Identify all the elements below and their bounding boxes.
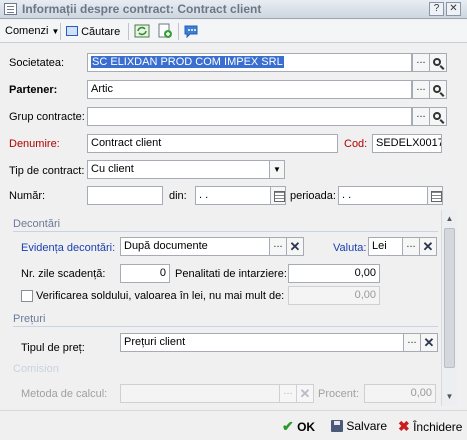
evidenta-label: Evidența decontări: xyxy=(21,242,116,254)
cod-field[interactable]: SEDELX0017 xyxy=(372,134,442,153)
search-icon xyxy=(433,85,441,93)
clear-icon: ✕ xyxy=(423,335,435,350)
partener-search-button[interactable] xyxy=(429,80,447,99)
calendar-icon[interactable] xyxy=(427,186,443,205)
inchidere-button[interactable]: ✖ Închidere xyxy=(398,418,462,435)
societatea-label: Societatea: xyxy=(9,57,65,69)
comenzi-menu[interactable]: Comenzi ▼ xyxy=(5,25,59,37)
verificare-value-field: 0,00 xyxy=(288,286,380,305)
numar-field[interactable] xyxy=(87,186,163,205)
penalitati-field[interactable]: 0,00 xyxy=(288,264,380,283)
save-disk-icon xyxy=(331,420,343,432)
preturi-section-title: Prețuri xyxy=(13,313,46,325)
toolbar: Comenzi ▼ Căutare xyxy=(0,20,467,43)
help-button[interactable]: ? xyxy=(429,2,444,16)
cautare-button[interactable]: Căutare xyxy=(66,25,120,38)
inchidere-label: Închidere xyxy=(413,420,463,434)
partener-label: Partener: xyxy=(9,84,58,96)
nr-zile-field[interactable]: 0 xyxy=(120,264,170,283)
window-title: Informații despre contract: Contract cli… xyxy=(22,2,262,16)
add-document-icon[interactable] xyxy=(157,23,174,39)
partener-field[interactable]: Artic xyxy=(87,80,412,99)
chevron-down-icon[interactable]: ▼ xyxy=(269,160,285,179)
refresh-icon[interactable] xyxy=(134,23,151,39)
clear-icon: ✕ xyxy=(422,239,434,254)
salvare-button[interactable]: Salvare xyxy=(331,418,387,433)
ok-label: OK xyxy=(297,420,316,434)
valuta-field[interactable]: Lei xyxy=(368,237,403,256)
toolbar-divider xyxy=(60,23,61,40)
panel-scrollbar[interactable]: ▲ ▼ xyxy=(441,210,457,406)
dialog-footer: ✔ OK Salvare ✖ Închidere xyxy=(0,410,467,440)
metoda-field xyxy=(120,384,280,403)
comment-icon[interactable] xyxy=(183,23,200,39)
evidenta-field[interactable]: După documente xyxy=(120,237,270,256)
numar-label: Număr: xyxy=(9,190,46,202)
tipul-pret-label: Tipul de preț: xyxy=(21,342,85,354)
toolbar-divider xyxy=(178,23,179,40)
din-date-field[interactable]: . . xyxy=(195,186,271,205)
partener-browse-button[interactable]: ... xyxy=(412,80,430,99)
clear-icon: ✕ xyxy=(299,386,311,401)
grup-contracte-search-button[interactable] xyxy=(429,107,447,126)
close-button[interactable]: ✕ xyxy=(446,2,461,16)
denumire-label: Denumire: xyxy=(9,138,60,150)
tip-contract-label: Tip de contract: xyxy=(9,165,85,177)
valuta-clear-button[interactable]: ✕ xyxy=(419,237,437,256)
societatea-value: SC ELIXDAN PROD COM IMPEX SRL xyxy=(91,56,284,68)
decontari-section-title: Decontări xyxy=(13,218,61,230)
verificare-checkbox[interactable] xyxy=(21,290,33,302)
metoda-clear-button: ✕ xyxy=(296,384,314,403)
evidenta-clear-button[interactable]: ✕ xyxy=(286,237,304,256)
perioada-date-field[interactable]: . . xyxy=(338,186,428,205)
din-label: din: xyxy=(169,190,187,202)
comision-section-title: Comision xyxy=(13,363,59,375)
tipul-pret-field[interactable]: Prețuri client xyxy=(120,333,404,352)
procent-label: Procent: xyxy=(318,388,359,400)
grup-contracte-field[interactable] xyxy=(87,107,412,126)
societatea-search-button[interactable] xyxy=(429,53,447,72)
tipul-pret-clear-button[interactable]: ✕ xyxy=(420,333,438,352)
metoda-browse-button: ... xyxy=(279,384,297,403)
cautare-label: Căutare xyxy=(81,26,121,38)
nr-zile-label: Nr. zile scadență: xyxy=(21,268,106,280)
section-divider xyxy=(13,231,438,232)
penalitati-label: Penalitati de intarziere: xyxy=(175,268,287,280)
scroll-up-icon[interactable]: ▲ xyxy=(443,211,456,226)
scroll-down-icon[interactable]: ▼ xyxy=(443,389,456,404)
search-icon xyxy=(433,112,441,120)
denumire-field[interactable]: Contract client xyxy=(87,134,338,153)
title-bar: Informații despre contract: Contract cli… xyxy=(0,0,467,19)
salvare-label: Salvare xyxy=(346,419,388,433)
tip-contract-select[interactable]: Cu client xyxy=(87,160,270,179)
valuta-label: Valuta: xyxy=(333,242,367,254)
cod-label: Cod: xyxy=(344,138,368,150)
chevron-down-icon: ▼ xyxy=(51,27,60,36)
window-table-icon xyxy=(4,3,17,15)
scroll-thumb[interactable] xyxy=(444,228,455,368)
search-icon xyxy=(66,26,78,36)
comenzi-label: Comenzi xyxy=(5,25,49,37)
grup-contracte-label: Grup contracte: xyxy=(9,111,85,123)
tipul-pret-browse-button[interactable]: ... xyxy=(403,333,421,352)
valuta-browse-button[interactable]: ... xyxy=(402,237,420,256)
metoda-label: Metoda de calcul: xyxy=(21,388,108,400)
societatea-field[interactable]: SC ELIXDAN PROD COM IMPEX SRL xyxy=(87,53,412,72)
close-red-x-icon: ✖ xyxy=(398,418,410,434)
procent-field: 0,00 xyxy=(364,384,436,403)
checkmark-icon: ✔ xyxy=(282,418,294,434)
toolbar-divider xyxy=(128,23,129,40)
verificare-label: Verificarea soldului, valoarea în lei, n… xyxy=(36,290,285,302)
grup-contracte-browse-button[interactable]: ... xyxy=(412,107,430,126)
evidenta-browse-button[interactable]: ... xyxy=(269,237,287,256)
search-icon xyxy=(433,58,441,66)
calendar-icon[interactable] xyxy=(270,186,286,205)
section-divider xyxy=(13,326,438,327)
societatea-browse-button[interactable]: ... xyxy=(412,53,430,72)
ok-button[interactable]: ✔ OK xyxy=(282,418,315,435)
clear-icon: ✕ xyxy=(289,239,301,254)
perioada-label: perioada: xyxy=(290,190,336,202)
